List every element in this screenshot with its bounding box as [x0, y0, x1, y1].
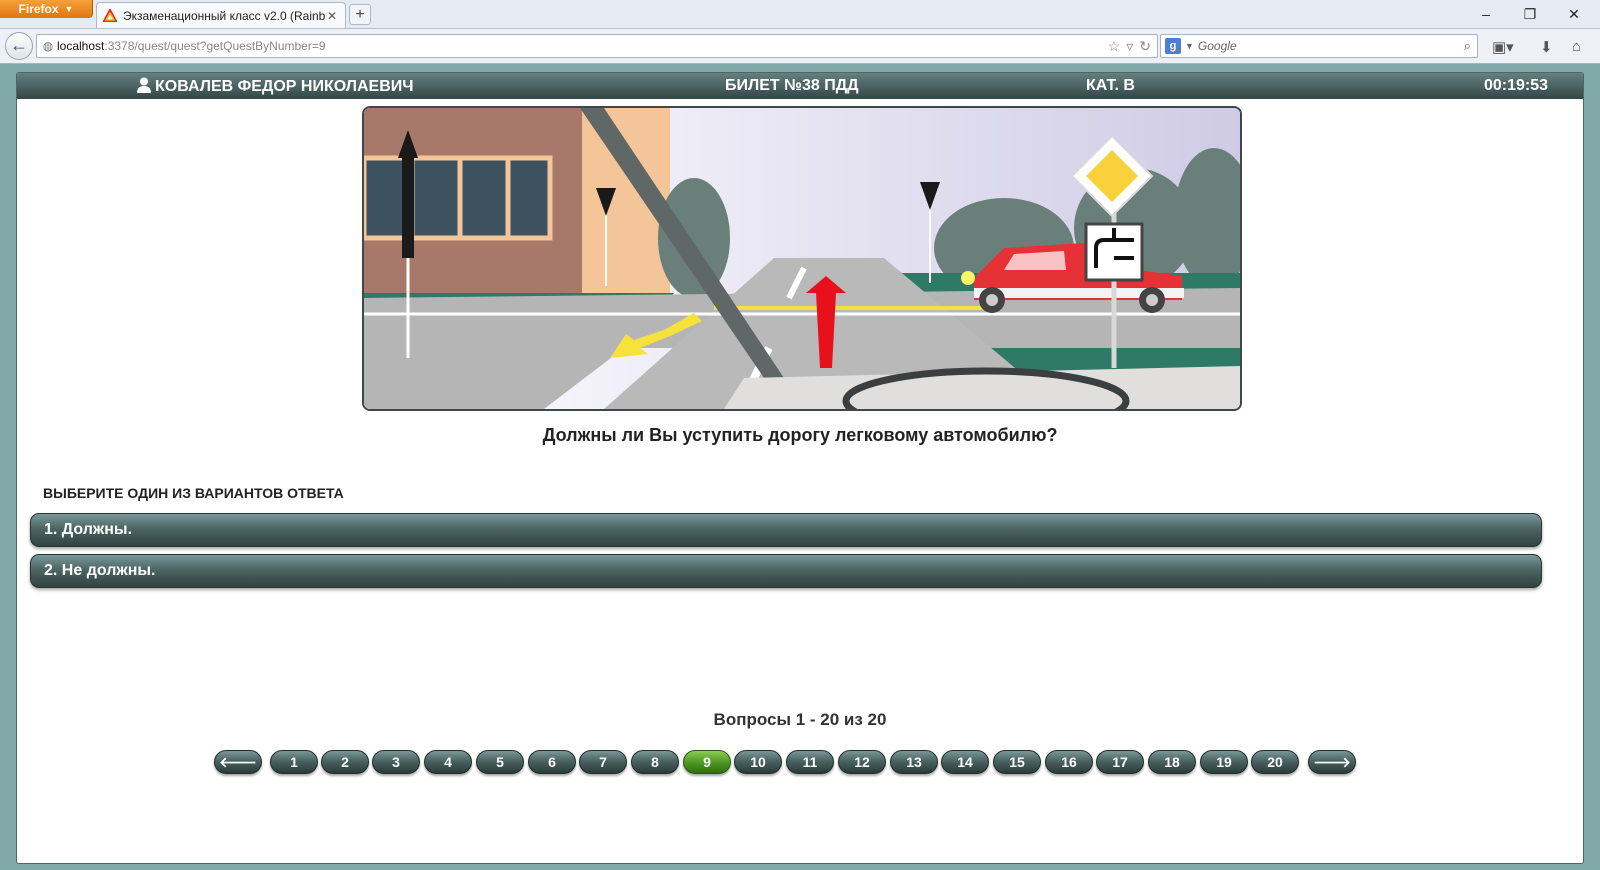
page-button-9-active[interactable]: 9: [683, 750, 731, 774]
history-dropdown-icon[interactable]: ▿: [1126, 38, 1133, 55]
page-button-15[interactable]: 15: [993, 750, 1041, 774]
url-host: localhost: [57, 39, 105, 53]
question-pager: 🡐 1 2 3 4 5 6 7 8 9 10 11 12 13 14 15 16…: [17, 750, 1583, 776]
questions-range-label: Вопросы 1 - 20 из 20: [713, 710, 887, 729]
exam-page: КОВАЛЕВ ФЕДОР НИКОЛАЕВИЧ БИЛЕТ №38 ПДД К…: [16, 72, 1584, 864]
close-window-icon[interactable]: ✕: [1562, 4, 1586, 24]
search-bar[interactable]: g ▼ Google ⌕: [1160, 34, 1478, 58]
bookmark-star-icon[interactable]: ☆: [1108, 38, 1121, 55]
restore-icon[interactable]: ❐: [1518, 4, 1542, 24]
exam-timer: 00:19:53: [1484, 77, 1549, 94]
download-icon[interactable]: ⬇: [1540, 38, 1553, 56]
page-button-19[interactable]: 19: [1200, 750, 1248, 774]
search-input[interactable]: Google: [1198, 39, 1464, 53]
page-button-8[interactable]: 8: [631, 750, 679, 774]
globe-icon: ◍: [42, 39, 54, 53]
answer-option-1[interactable]: 1. Должны.: [30, 513, 1542, 547]
page-button-3[interactable]: 3: [372, 750, 420, 774]
home-icon[interactable]: ⌂: [1572, 38, 1581, 55]
page-button-16[interactable]: 16: [1045, 750, 1093, 774]
page-button-13[interactable]: 13: [890, 750, 938, 774]
next-question-button[interactable]: 🡒: [1308, 750, 1356, 774]
user-icon: [137, 77, 151, 93]
exam-header: КОВАЛЕВ ФЕДОР НИКОЛАЕВИЧ БИЛЕТ №38 ПДД К…: [17, 73, 1583, 99]
page-button-1[interactable]: 1: [270, 750, 318, 774]
url-text: localhost:3378/quest/quest?getQuestByNum…: [57, 39, 1108, 53]
firefox-menu-label: Firefox: [18, 2, 59, 16]
arrow-left-icon: 🡐: [219, 754, 257, 770]
license-category: КАТ. В: [1086, 77, 1135, 94]
search-icon[interactable]: ⌕: [1464, 38, 1477, 54]
page-button-7[interactable]: 7: [579, 750, 627, 774]
bookmarks-menu-icon[interactable]: ▣▾: [1492, 38, 1514, 56]
question-text: Должны ли Вы уступить дорогу легковому а…: [542, 425, 1058, 445]
student-name: КОВАЛЕВ ФЕДОР НИКОЛАЕВИЧ: [155, 78, 414, 95]
back-button[interactable]: ←: [5, 32, 33, 60]
new-tab-button[interactable]: +: [349, 4, 371, 25]
engine-dropdown-icon[interactable]: ▼: [1185, 41, 1194, 51]
browser-tab[interactable]: Экзаменационный класс v2.0 (Rainbow... ✕: [96, 2, 346, 28]
choose-answer-label: ВЫБЕРИТЕ ОДИН ИЗ ВАРИАНТОВ ОТВЕТА: [43, 485, 344, 501]
minimize-icon[interactable]: –: [1474, 4, 1498, 24]
page-button-18[interactable]: 18: [1148, 750, 1196, 774]
page-button-2[interactable]: 2: [321, 750, 369, 774]
back-arrow-icon: ←: [10, 35, 28, 55]
page-button-10[interactable]: 10: [734, 750, 782, 774]
intersection-illustration: [364, 108, 1240, 409]
url-path: :3378/quest/quest?getQuestByNumber=9: [104, 39, 326, 53]
page-button-6[interactable]: 6: [528, 750, 576, 774]
student-info: КОВАЛЕВ ФЕДОР НИКОЛАЕВИЧ: [137, 77, 414, 96]
arrow-right-icon: 🡒: [1313, 754, 1351, 770]
page-button-11[interactable]: 11: [786, 750, 834, 774]
page-button-17[interactable]: 17: [1096, 750, 1144, 774]
page-button-12[interactable]: 12: [838, 750, 886, 774]
navigation-bar: ← ◍ localhost:3378/quest/quest?getQuestB…: [0, 29, 1600, 64]
firefox-menu-button[interactable]: Firefox ▼: [0, 0, 93, 18]
chevron-down-icon: ▼: [64, 4, 74, 14]
page-button-4[interactable]: 4: [424, 750, 472, 774]
prev-question-button[interactable]: 🡐: [214, 750, 262, 774]
google-search-engine-icon[interactable]: g: [1165, 38, 1181, 54]
answer-option-2[interactable]: 2. Не должны.: [30, 554, 1542, 588]
browser-chrome: Firefox ▼ Экзаменационный класс v2.0 (Ra…: [0, 0, 1600, 64]
page-button-14[interactable]: 14: [941, 750, 989, 774]
address-bar[interactable]: ◍ localhost:3378/quest/quest?getQuestByN…: [36, 34, 1158, 58]
rainbow-favicon-icon: [103, 8, 117, 22]
page-button-20[interactable]: 20: [1251, 750, 1299, 774]
ticket-number: БИЛЕТ №38 ПДД: [725, 77, 859, 94]
page-button-5[interactable]: 5: [476, 750, 524, 774]
reload-icon[interactable]: ↻: [1139, 38, 1151, 55]
question-image: [362, 106, 1242, 411]
tab-title: Экзаменационный класс v2.0 (Rainbow...: [123, 8, 325, 23]
tab-strip: Firefox ▼ Экзаменационный класс v2.0 (Ra…: [0, 0, 1600, 29]
close-tab-icon[interactable]: ✕: [325, 9, 339, 23]
